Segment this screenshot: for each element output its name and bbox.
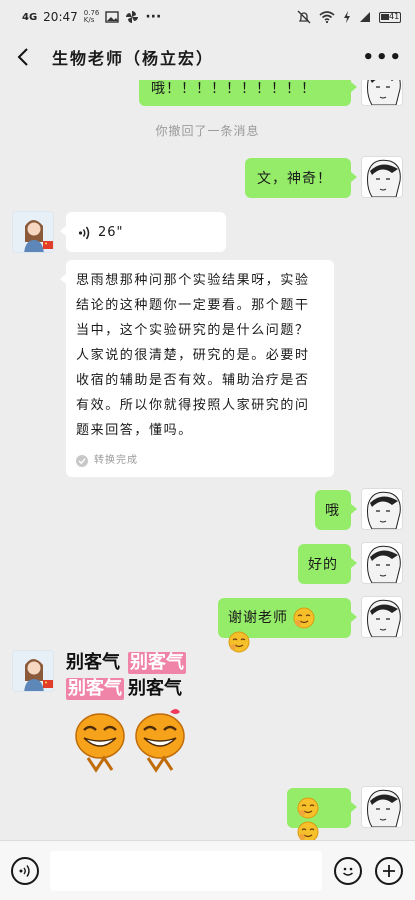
polite-smile-emoji-icon <box>297 821 319 840</box>
smiley-icon <box>343 867 353 876</box>
my-avatar[interactable] <box>361 786 403 828</box>
polite-smile-emoji-icon <box>297 797 319 819</box>
voice-message[interactable]: 26" <box>60 212 226 252</box>
voice-wave-icon <box>78 226 90 240</box>
chat-title: 生物老师（杨立宏） <box>52 49 215 68</box>
chevron-left-icon <box>17 48 28 66</box>
voice-icon <box>19 865 30 877</box>
image-icon <box>105 11 120 23</box>
network-indicator: 4G <box>22 11 38 23</box>
mute-bell-icon <box>297 10 311 24</box>
system-nav-strip <box>0 893 415 900</box>
my-avatar[interactable] <box>361 596 403 638</box>
chat-area[interactable]: 哦！！！！！！！！！！ 你撤回了一条消息 文，神奇！ 26" 思雨想那种问那个实… <box>0 80 415 840</box>
pinwheel-icon <box>126 11 139 23</box>
sent-message[interactable]: 文，神奇！ <box>245 158 357 198</box>
back-button[interactable] <box>12 46 34 68</box>
sent-message[interactable]: 好的 <box>298 544 357 584</box>
transcribed-status: 转换完成 <box>76 449 324 473</box>
sticker-word: 别客气 <box>66 652 120 673</box>
voice-input-button[interactable] <box>11 857 39 885</box>
sent-message[interactable]: 哦 <box>315 490 357 530</box>
voice-transcript[interactable]: 思雨想那种问那个实验结果呀，实验结论的这种题你一定要看。那个题干当中，这个实验研… <box>60 260 334 477</box>
message-input[interactable] <box>50 851 322 891</box>
polite-smile-emoji-icon <box>228 631 250 653</box>
my-avatar[interactable] <box>361 156 403 198</box>
net-speed: 0.76 K/s <box>83 9 100 24</box>
grinning-buns-sticker-icon <box>75 709 185 773</box>
my-avatar[interactable] <box>361 80 403 106</box>
teacher-avatar[interactable] <box>12 650 54 692</box>
transcript-text: 思雨想那种问那个实验结果呀，实验结论的这种题你一定要看。那个题干当中，这个实验研… <box>76 273 310 438</box>
teacher-avatar[interactable] <box>12 211 54 253</box>
voice-duration: 26" <box>98 225 124 240</box>
sticker-word: 别客气 <box>128 652 186 674</box>
wifi-icon <box>319 11 335 23</box>
my-avatar[interactable] <box>361 488 403 530</box>
sticker-word: 别客气 <box>66 678 124 700</box>
polite-smile-emoji-icon <box>293 607 315 629</box>
status-bar: 4G 20:47 0.76 K/s ··· 41 <box>0 0 415 34</box>
more-notifications-icon: ··· <box>145 9 162 25</box>
charging-icon <box>344 11 350 23</box>
add-button[interactable] <box>375 857 403 885</box>
sticker-message[interactable]: 别客气 别客气 别客气 别客气 <box>64 650 194 775</box>
emoji-button[interactable] <box>334 857 362 885</box>
status-time: 20:47 <box>43 10 78 24</box>
plus-icon <box>383 865 395 877</box>
sticker-word: 别客气 <box>128 678 182 699</box>
recall-notice: 你撤回了一条消息 <box>155 124 260 138</box>
more-dots-icon[interactable]: ••• <box>362 47 403 68</box>
my-avatar[interactable] <box>361 542 403 584</box>
sent-emoji-message[interactable] <box>287 788 357 840</box>
battery-indicator: 41 <box>379 11 401 23</box>
signal-icon <box>360 12 370 22</box>
input-bar <box>0 840 415 900</box>
sent-message[interactable]: 谢谢老师 <box>218 598 357 653</box>
sent-message[interactable]: 哦！！！！！！！！！！ <box>139 80 357 106</box>
chat-header: 生物老师（杨立宏） ••• <box>0 34 415 80</box>
check-icon <box>76 455 88 467</box>
